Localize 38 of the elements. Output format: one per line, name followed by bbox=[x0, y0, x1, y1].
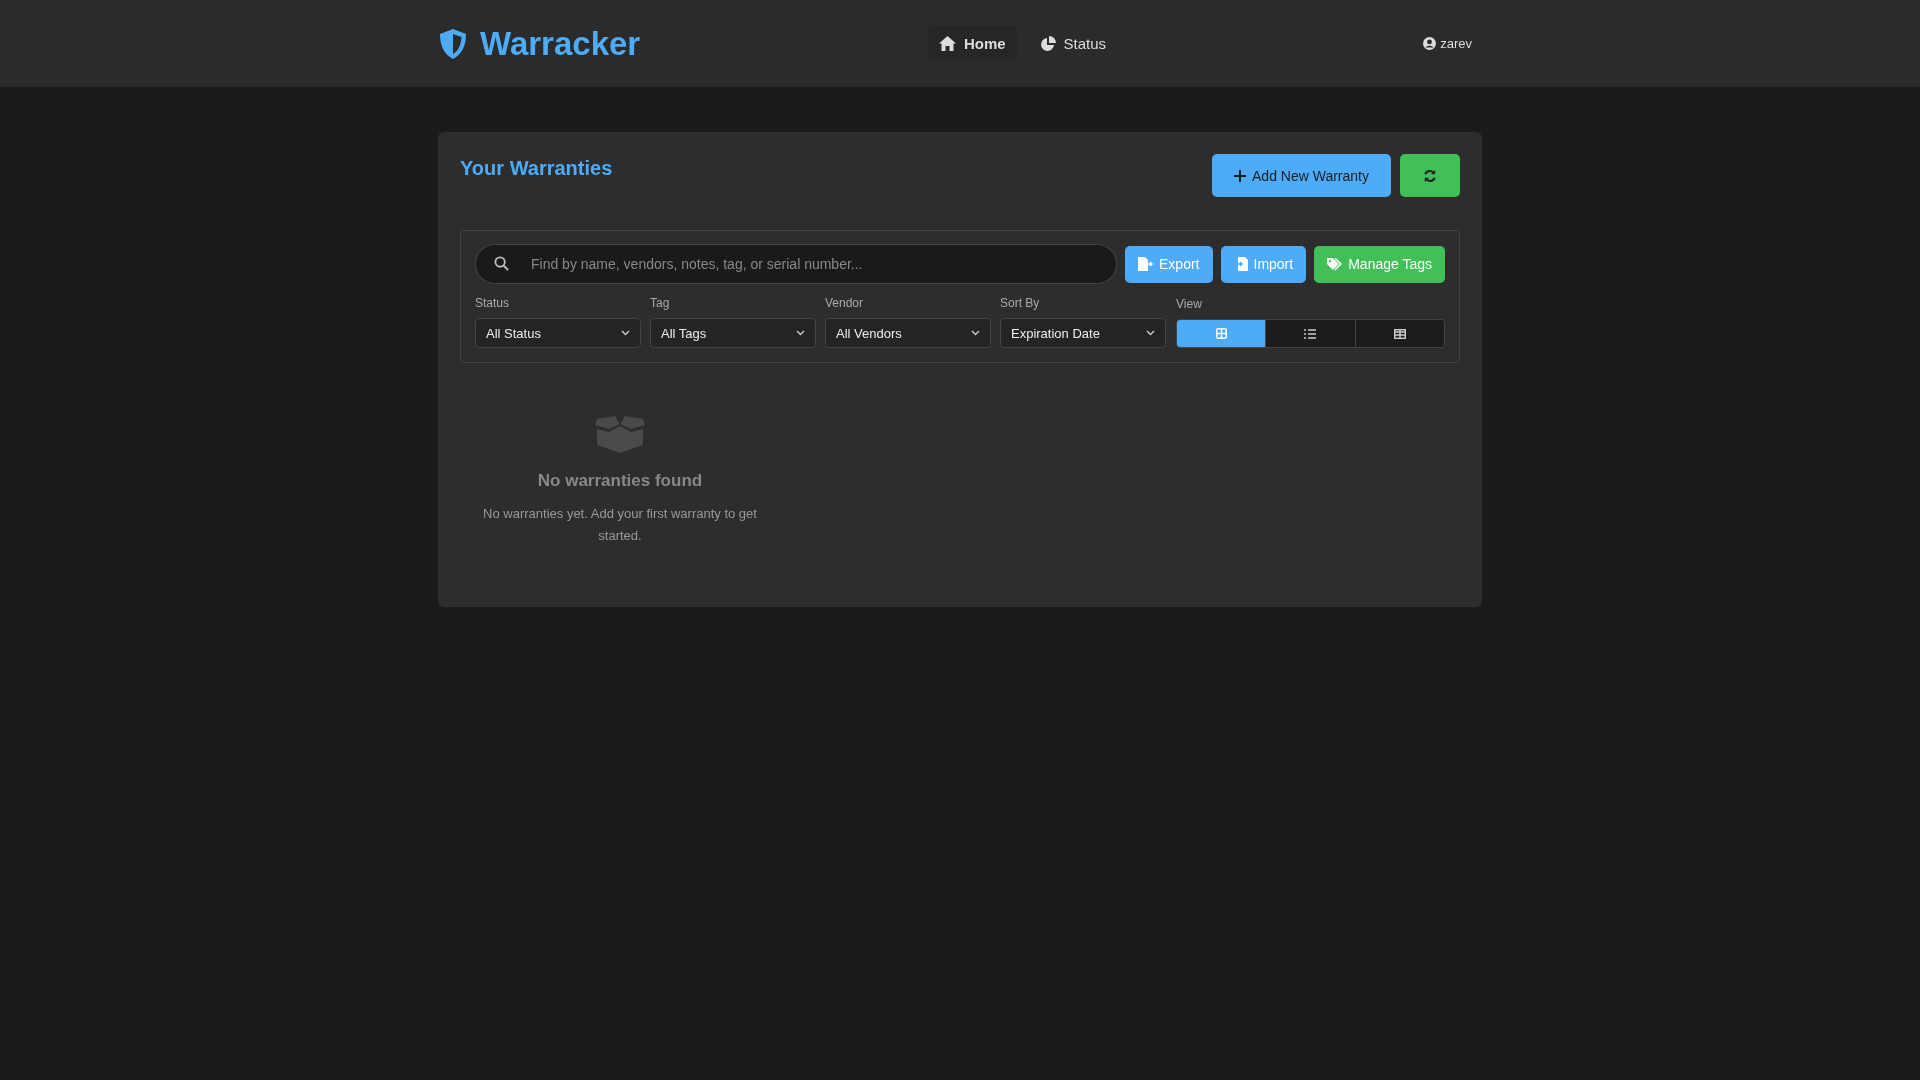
chevron-down-icon bbox=[621, 330, 630, 336]
refresh-icon bbox=[1423, 168, 1437, 183]
home-icon bbox=[938, 36, 956, 51]
nav-link[interactable]: Home bbox=[927, 26, 1017, 61]
table-view-button[interactable] bbox=[1354, 320, 1444, 347]
view-label: View bbox=[1176, 297, 1203, 311]
nav-link[interactable]: Status bbox=[1028, 26, 1118, 61]
box-icon bbox=[593, 415, 647, 453]
user-icon bbox=[1423, 37, 1437, 50]
filter-dropdown[interactable]: All Vendors bbox=[825, 318, 991, 348]
filter-label: Sort By bbox=[1000, 296, 1041, 310]
chevron-down-icon bbox=[796, 330, 805, 336]
empty-state-title: No warranties found bbox=[537, 471, 703, 491]
add-warranty-button[interactable]: Add New Warranty bbox=[1212, 154, 1391, 197]
tags-icon bbox=[1327, 257, 1343, 271]
empty-state-message: No warranties yet. Add your first warranty to get started. bbox=[482, 505, 758, 545]
pie-chart-icon bbox=[1039, 35, 1056, 52]
shield-icon bbox=[438, 27, 468, 60]
filter-label: Status bbox=[475, 296, 511, 310]
filter-label: Vendor bbox=[825, 296, 865, 310]
filter-dropdown[interactable]: All Tags bbox=[650, 318, 816, 348]
app-title: Warracker bbox=[480, 24, 641, 63]
chevron-down-icon bbox=[1146, 330, 1155, 336]
table-icon bbox=[1393, 328, 1406, 339]
filter-dropdown[interactable]: All Status bbox=[475, 318, 641, 348]
search-icon bbox=[494, 256, 509, 271]
file-export-icon bbox=[1138, 257, 1154, 271]
user-menu[interactable]: zarev bbox=[1122, 36, 1482, 51]
filter-dropdown[interactable]: Expiration Date bbox=[1000, 318, 1166, 348]
filter-label: Tag bbox=[650, 296, 671, 310]
page-title: Your Warranties bbox=[460, 157, 613, 180]
list-icon bbox=[1304, 328, 1317, 339]
plus-icon bbox=[1234, 169, 1247, 182]
list-view-button[interactable] bbox=[1265, 320, 1355, 347]
refresh-button[interactable] bbox=[1400, 154, 1460, 197]
grid-icon bbox=[1215, 328, 1227, 339]
search-field[interactable]: Find by name, vendors, notes, tag, or serial number... bbox=[475, 244, 1118, 284]
chevron-down-icon bbox=[971, 330, 980, 336]
